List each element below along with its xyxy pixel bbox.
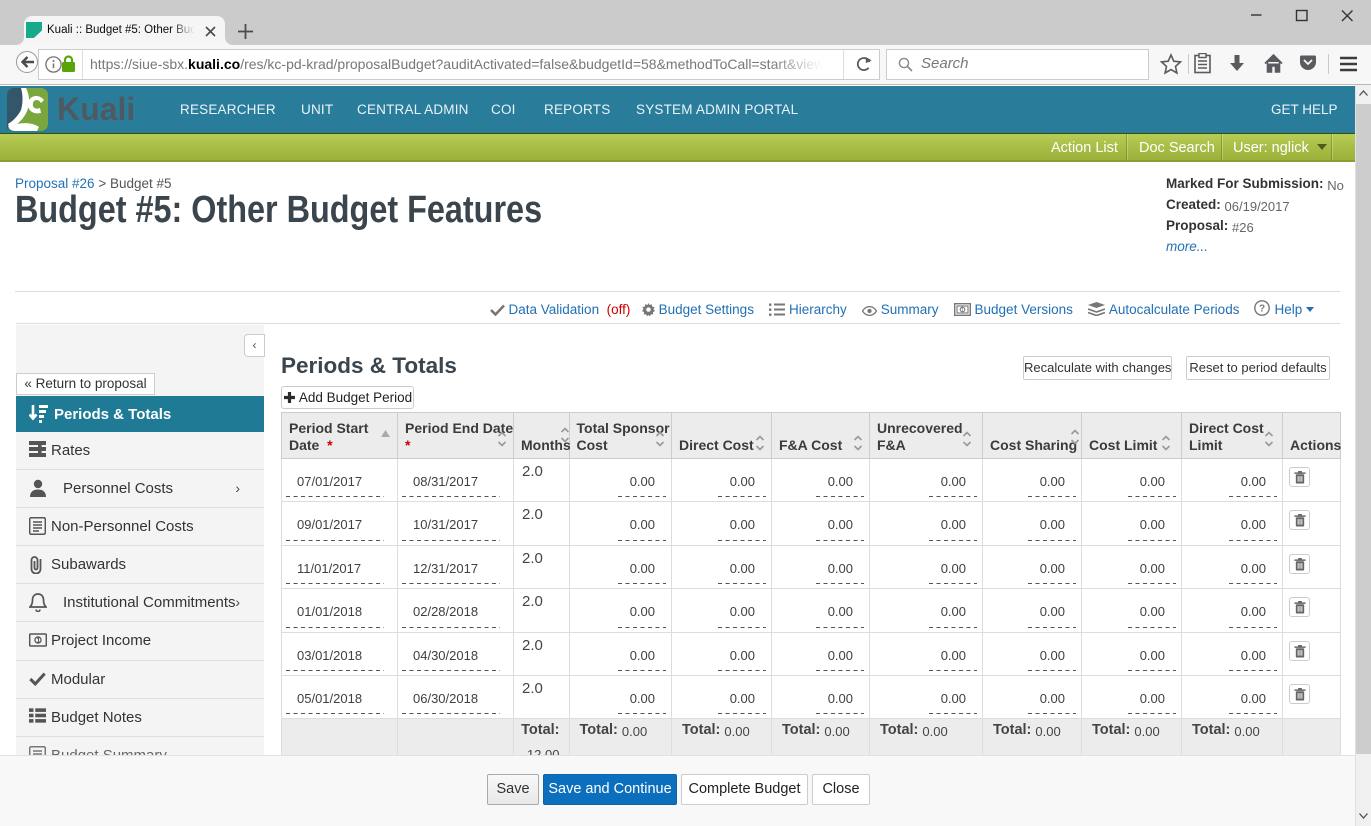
- svg-text:?: ?: [1259, 304, 1265, 315]
- svg-text:1: 1: [36, 636, 40, 645]
